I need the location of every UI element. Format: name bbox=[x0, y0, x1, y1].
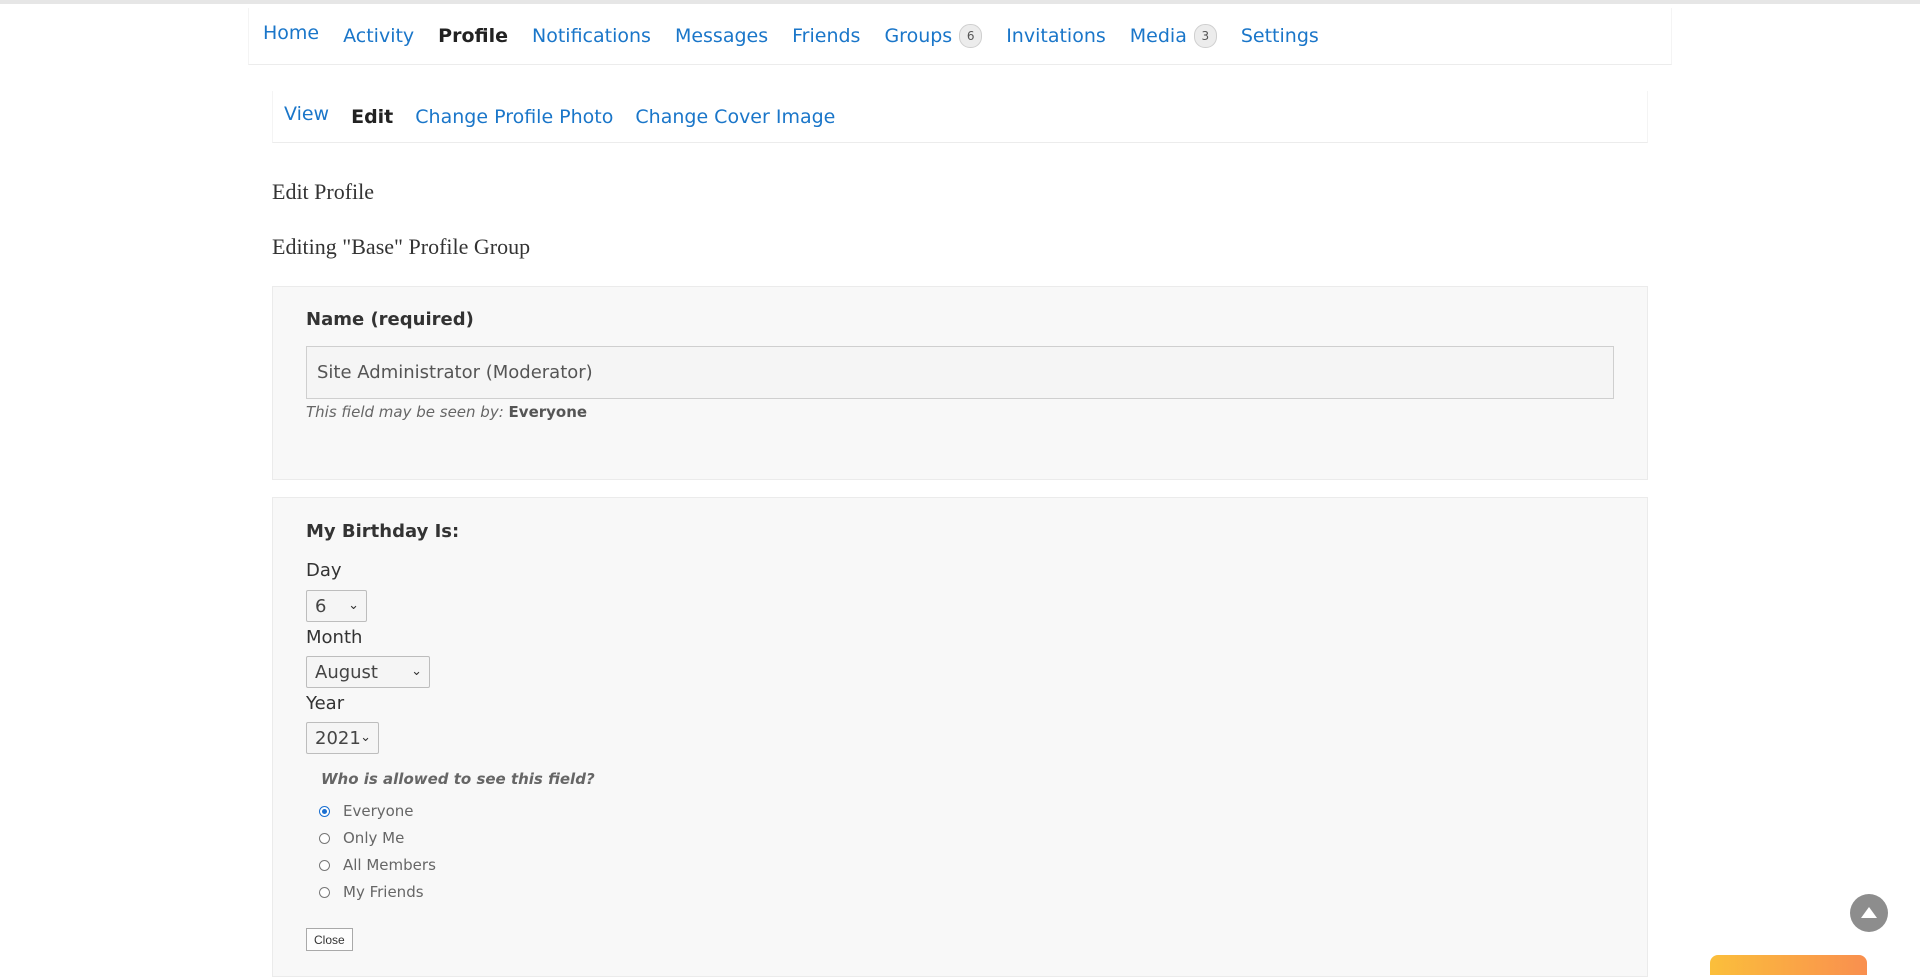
subnav-edit[interactable]: Edit bbox=[351, 106, 393, 128]
back-to-top-button[interactable] bbox=[1850, 894, 1888, 932]
nav-groups[interactable]: Groups 6 bbox=[884, 24, 983, 48]
close-button[interactable]: Close bbox=[306, 928, 353, 951]
visibility-prefix: This field may be seen by: bbox=[306, 403, 504, 421]
option-everyone-label: Everyone bbox=[343, 802, 414, 820]
day-select[interactable]: 6 ⌄ bbox=[306, 590, 367, 622]
subnav-change-profile-photo[interactable]: Change Profile Photo bbox=[415, 106, 613, 128]
nav-messages[interactable]: Messages bbox=[675, 25, 768, 47]
nav-invitations-label: Invitations bbox=[1006, 25, 1106, 47]
name-field-label: Name (required) bbox=[306, 309, 474, 330]
radio-only-me[interactable] bbox=[319, 832, 330, 844]
nav-activity-label: Activity bbox=[343, 25, 415, 47]
chevron-down-icon: ⌄ bbox=[348, 598, 359, 613]
media-count-badge: 3 bbox=[1193, 24, 1217, 48]
nav-media-label: Media bbox=[1129, 25, 1187, 47]
visibility-question: Who is allowed to see this field? bbox=[321, 770, 595, 788]
subnav-view[interactable]: View bbox=[284, 103, 329, 125]
name-field-panel: Name (required) This field may be seen b… bbox=[272, 286, 1648, 480]
visibility-option-everyone[interactable]: Everyone bbox=[319, 802, 414, 820]
nav-settings-label: Settings bbox=[1240, 25, 1319, 47]
nav-media[interactable]: Media 3 bbox=[1130, 24, 1217, 48]
name-input[interactable] bbox=[306, 346, 1614, 399]
nav-activity[interactable]: Activity bbox=[343, 25, 414, 47]
nav-profile[interactable]: Profile bbox=[438, 25, 508, 47]
radio-all-members[interactable] bbox=[319, 859, 330, 871]
year-select[interactable]: 2021 ⌄ bbox=[306, 722, 379, 754]
radio-my-friends[interactable] bbox=[319, 886, 330, 898]
birthday-field-panel: My Birthday Is: Day 6 ⌄ Month August ⌄ Y… bbox=[272, 497, 1648, 977]
nav-friends-label: Friends bbox=[792, 25, 861, 47]
nav-settings[interactable]: Settings bbox=[1241, 25, 1319, 47]
main-navigation: Home Activity Profile Notifications Mess… bbox=[248, 8, 1672, 65]
month-label: Month bbox=[306, 627, 363, 648]
nav-home[interactable]: Home bbox=[263, 22, 319, 44]
radio-everyone[interactable] bbox=[319, 805, 330, 817]
top-border bbox=[0, 0, 1920, 4]
birthday-field-label: My Birthday Is: bbox=[306, 521, 460, 542]
visibility-option-only-me[interactable]: Only Me bbox=[319, 829, 404, 847]
year-select-value: 2021 bbox=[315, 727, 361, 749]
day-select-value: 6 bbox=[315, 595, 327, 617]
year-label: Year bbox=[306, 693, 345, 714]
visibility-option-all-members[interactable]: All Members bbox=[319, 856, 436, 874]
groups-count-badge: 6 bbox=[959, 24, 983, 48]
nav-messages-label: Messages bbox=[674, 25, 769, 47]
corner-widget[interactable] bbox=[1710, 955, 1867, 975]
option-only-me-label: Only Me bbox=[343, 829, 405, 847]
month-select[interactable]: August ⌄ bbox=[306, 656, 430, 688]
nav-friends[interactable]: Friends bbox=[792, 25, 860, 47]
chevron-down-icon: ⌄ bbox=[411, 664, 422, 679]
visibility-option-my-friends[interactable]: My Friends bbox=[319, 883, 424, 901]
subnav-change-cover-image[interactable]: Change Cover Image bbox=[635, 106, 835, 128]
nav-invitations[interactable]: Invitations bbox=[1006, 25, 1106, 47]
option-my-friends-label: My Friends bbox=[343, 883, 424, 901]
visibility-value: Everyone bbox=[508, 403, 588, 421]
month-select-value: August bbox=[315, 661, 378, 683]
nav-profile-label: Profile bbox=[438, 25, 509, 47]
page-title: Edit Profile bbox=[272, 179, 375, 204]
name-visibility-note: This field may be seen by: Everyone bbox=[306, 403, 587, 421]
nav-groups-label: Groups bbox=[884, 25, 953, 47]
chevron-down-icon: ⌄ bbox=[360, 730, 371, 745]
nav-notifications-label: Notifications bbox=[532, 25, 651, 47]
nav-home-label: Home bbox=[263, 22, 320, 44]
option-all-members-label: All Members bbox=[343, 856, 436, 874]
day-label: Day bbox=[306, 560, 342, 581]
profile-group-title: Editing "Base" Profile Group bbox=[272, 234, 531, 259]
profile-sub-navigation: View Edit Change Profile Photo Change Co… bbox=[272, 91, 1648, 143]
arrow-up-icon bbox=[1861, 906, 1877, 918]
nav-notifications[interactable]: Notifications bbox=[532, 25, 651, 47]
